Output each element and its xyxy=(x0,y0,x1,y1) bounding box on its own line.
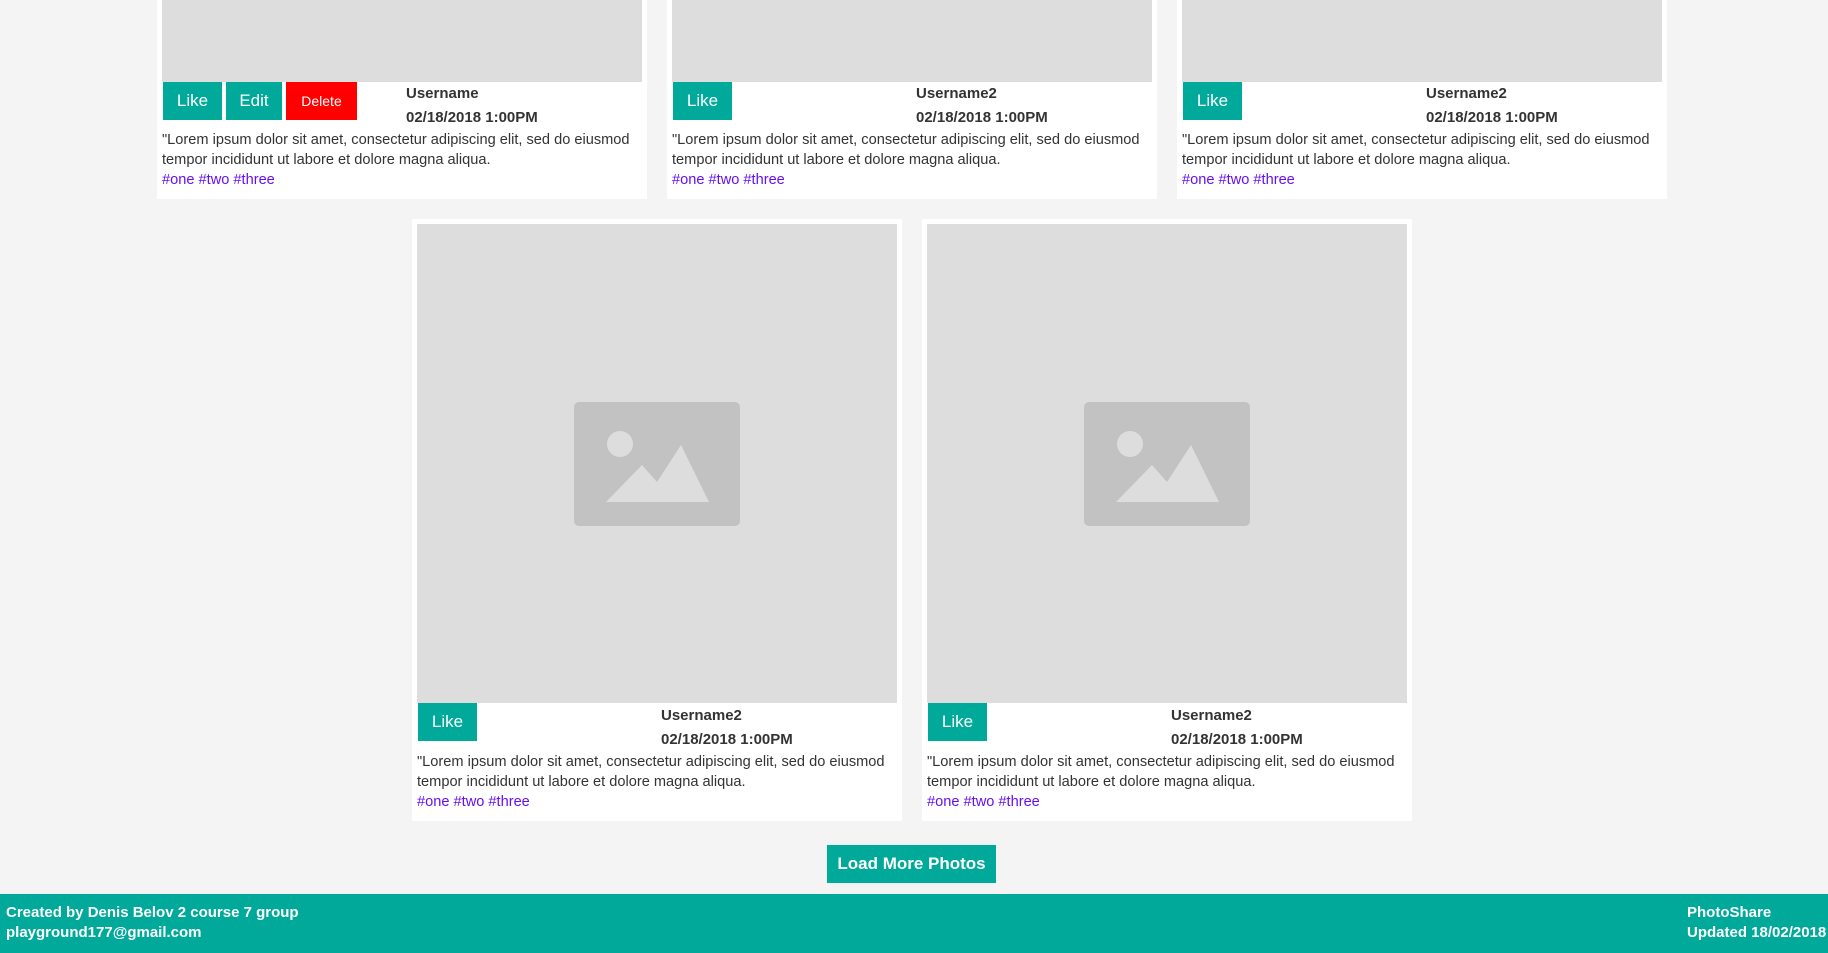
tag-link[interactable]: #two xyxy=(1219,172,1250,188)
post-tags: #one #two #three xyxy=(162,172,275,188)
tag-link[interactable]: #two xyxy=(454,794,485,810)
footer-author: Created by Denis Belov 2 course 7 group xyxy=(6,904,299,921)
post-date: 02/18/2018 1:00PM xyxy=(1426,109,1558,126)
post-description: "Lorem ipsum dolor sit amet, consectetur… xyxy=(672,132,1140,168)
edit-button[interactable]: Edit xyxy=(226,82,282,120)
tag-link[interactable]: #one xyxy=(927,794,959,810)
card-actions: Like xyxy=(418,703,477,741)
tag-link[interactable]: #three xyxy=(998,794,1039,810)
post-description: "Lorem ipsum dolor sit amet, consectetur… xyxy=(927,754,1395,790)
card-actions: Like xyxy=(673,82,732,120)
post-tags: #one #two #three xyxy=(417,794,530,810)
photo-image xyxy=(927,224,1407,703)
post-username: Username2 xyxy=(1426,85,1507,102)
tag-link[interactable]: #three xyxy=(743,172,784,188)
tag-link[interactable]: #two xyxy=(964,794,995,810)
card-actions: Like xyxy=(928,703,987,741)
photo-image xyxy=(162,0,642,82)
image-placeholder-icon xyxy=(574,401,740,526)
like-button[interactable]: Like xyxy=(673,82,732,120)
tag-link[interactable]: #one xyxy=(417,794,449,810)
post-description: "Lorem ipsum dolor sit amet, consectetur… xyxy=(417,754,885,790)
post-date: 02/18/2018 1:00PM xyxy=(1171,731,1303,748)
tag-link[interactable]: #one xyxy=(672,172,704,188)
load-more-button[interactable]: Load More Photos xyxy=(827,845,996,883)
tag-link[interactable]: #three xyxy=(488,794,529,810)
tag-link[interactable]: #two xyxy=(199,172,230,188)
post-username: Username xyxy=(406,85,479,102)
footer-updated: Updated 18/02/2018 xyxy=(1687,924,1827,941)
tag-link[interactable]: #three xyxy=(233,172,274,188)
post-date: 02/18/2018 1:00PM xyxy=(916,109,1048,126)
delete-button[interactable]: Delete xyxy=(286,82,357,120)
like-button[interactable]: Like xyxy=(418,703,477,741)
tag-link[interactable]: #three xyxy=(1253,172,1294,188)
image-placeholder-icon xyxy=(1084,401,1250,526)
tag-link[interactable]: #two xyxy=(709,172,740,188)
photo-card: Like Username2 02/18/2018 1:00PM "Lorem … xyxy=(922,219,1412,821)
footer-email: playground177@gmail.com xyxy=(6,924,202,941)
post-description: "Lorem ipsum dolor sit amet, consectetur… xyxy=(162,132,630,168)
post-username: Username2 xyxy=(916,85,997,102)
photo-image xyxy=(417,224,897,703)
post-date: 02/18/2018 1:00PM xyxy=(661,731,793,748)
like-button[interactable]: Like xyxy=(163,82,222,120)
footer-info: PhotoShare Updated 18/02/2018 xyxy=(1687,903,1826,943)
post-username: Username2 xyxy=(661,707,742,724)
post-tags: #one #two #three xyxy=(927,794,1040,810)
photo-image xyxy=(672,0,1152,82)
post-tags: #one #two #three xyxy=(672,172,785,188)
footer-app-name: PhotoShare xyxy=(1687,904,1772,921)
post-tags: #one #two #three xyxy=(1182,172,1295,188)
tag-link[interactable]: #one xyxy=(162,172,194,188)
photo-card: Like Username2 02/18/2018 1:00PM "Lorem … xyxy=(412,219,902,821)
photo-card: Like Edit Delete Username 02/18/2018 1:0… xyxy=(157,0,647,199)
photo-card: Like Username2 02/18/2018 1:00PM "Lorem … xyxy=(667,0,1157,199)
post-username: Username2 xyxy=(1171,707,1252,724)
like-button[interactable]: Like xyxy=(1183,82,1242,120)
footer: Created by Denis Belov 2 course 7 group … xyxy=(0,894,1828,953)
footer-credits: Created by Denis Belov 2 course 7 group … xyxy=(6,903,299,943)
post-description: "Lorem ipsum dolor sit amet, consectetur… xyxy=(1182,132,1650,168)
photo-image xyxy=(1182,0,1662,82)
card-actions: Like Edit Delete xyxy=(163,82,357,120)
photo-card: Like Username2 02/18/2018 1:00PM "Lorem … xyxy=(1177,0,1667,199)
post-date: 02/18/2018 1:00PM xyxy=(406,109,538,126)
tag-link[interactable]: #one xyxy=(1182,172,1214,188)
like-button[interactable]: Like xyxy=(928,703,987,741)
card-actions: Like xyxy=(1183,82,1242,120)
